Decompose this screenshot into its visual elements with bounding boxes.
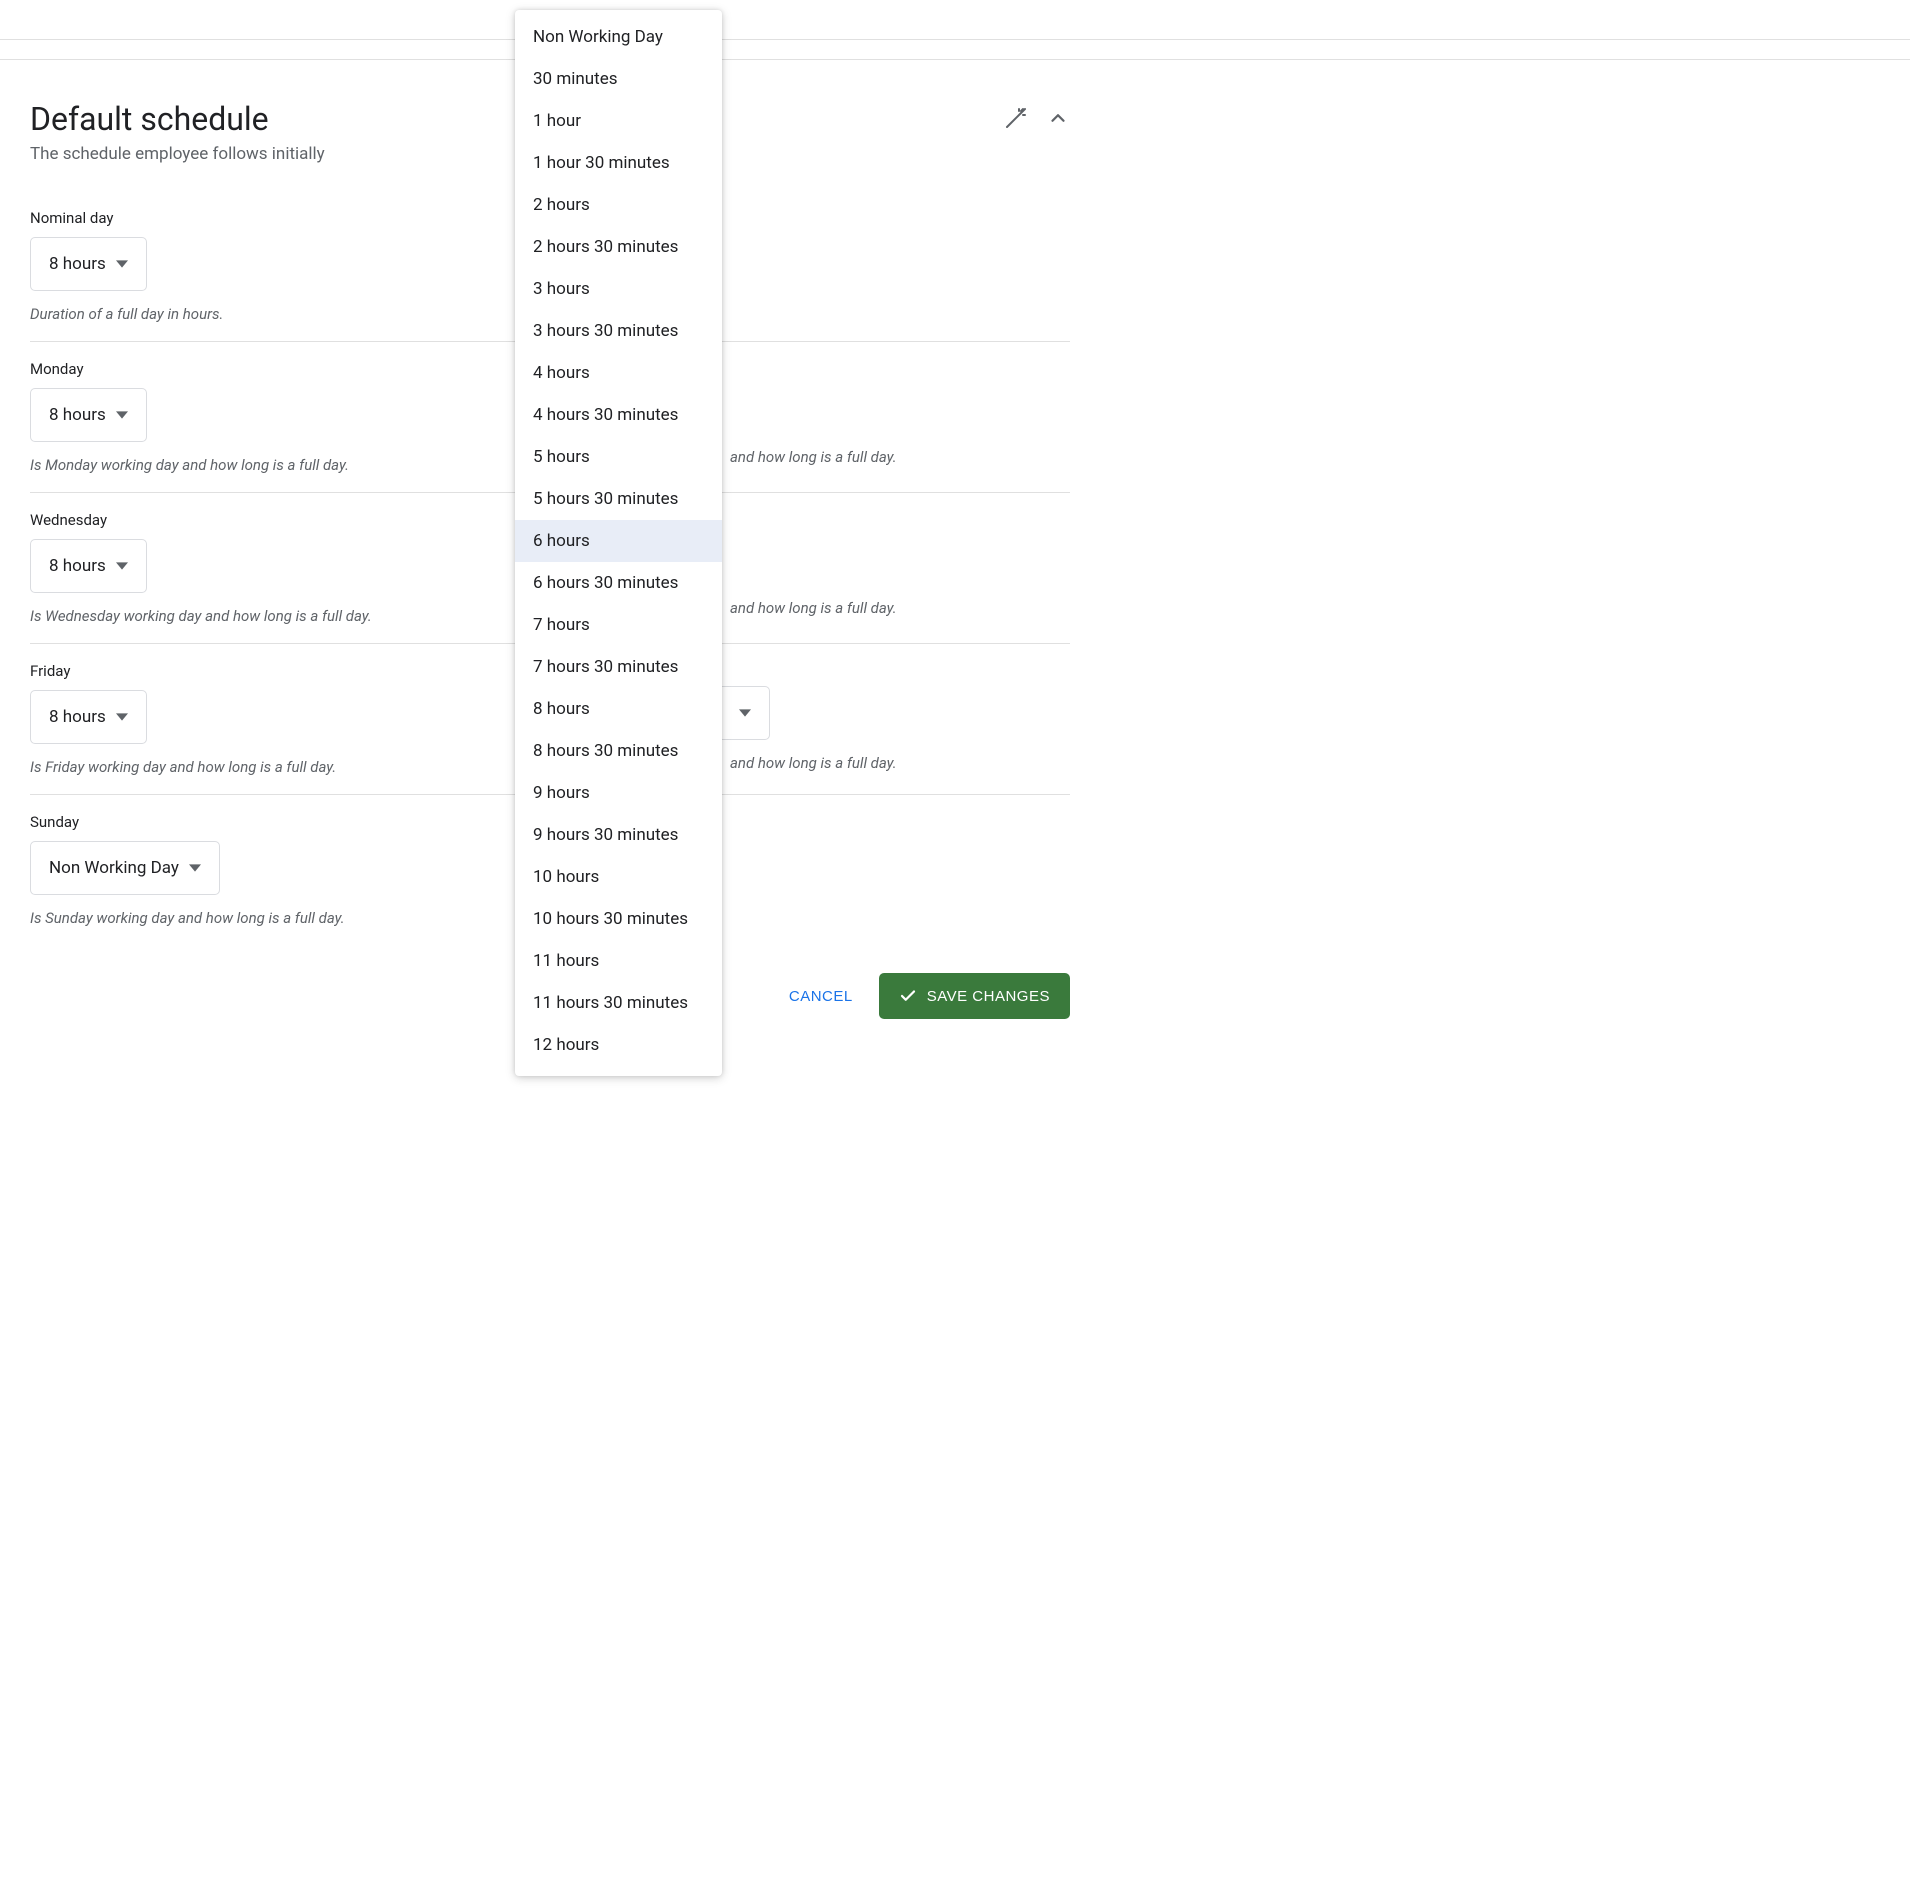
dropdown-option[interactable]: 3 hours xyxy=(515,268,722,310)
nominal-day-helper: Duration of a full day in hours. xyxy=(30,305,550,323)
chevron-down-icon xyxy=(116,409,128,421)
dropdown-option[interactable]: 5 hours xyxy=(515,436,722,478)
dropdown-option[interactable]: 8 hours 30 minutes xyxy=(515,730,722,772)
dropdown-option[interactable]: 5 hours 30 minutes xyxy=(515,478,722,520)
chevron-down-icon xyxy=(189,862,201,874)
collapse-chevron-icon[interactable] xyxy=(1046,106,1070,130)
sunday-value: Non Working Day xyxy=(49,858,179,878)
sunday-select[interactable]: Non Working Day xyxy=(30,841,220,895)
friday-select[interactable]: 8 hours xyxy=(30,690,147,744)
chevron-down-icon xyxy=(116,711,128,723)
save-button-label: SAVE CHANGES xyxy=(927,988,1050,1005)
dropdown-option[interactable]: 6 hours xyxy=(515,520,722,562)
top-border-area xyxy=(0,0,1910,40)
dropdown-option[interactable]: 11 hours xyxy=(515,940,722,982)
sunday-label: Sunday xyxy=(30,813,550,831)
wednesday-label: Wednesday xyxy=(30,511,550,529)
dropdown-option[interactable]: 1 hour xyxy=(515,100,722,142)
dropdown-option[interactable]: 10 hours xyxy=(515,856,722,898)
nominal-day-label: Nominal day xyxy=(30,209,550,227)
chevron-down-icon xyxy=(739,707,751,719)
monday-value: 8 hours xyxy=(49,405,106,425)
dropdown-option[interactable]: 6 hours 30 minutes xyxy=(515,562,722,604)
cancel-button[interactable]: CANCEL xyxy=(781,976,861,1017)
check-icon xyxy=(899,987,917,1005)
friday-helper: Is Friday working day and how long is a … xyxy=(30,758,550,776)
duration-dropdown-menu[interactable]: Non Working Day30 minutes1 hour1 hour 30… xyxy=(515,10,722,1076)
nominal-day-value: 8 hours xyxy=(49,254,106,274)
monday-select[interactable]: 8 hours xyxy=(30,388,147,442)
wednesday-helper: Is Wednesday working day and how long is… xyxy=(30,607,550,625)
dropdown-option[interactable]: 9 hours xyxy=(515,772,722,814)
dropdown-option[interactable]: 2 hours xyxy=(515,184,722,226)
dropdown-option[interactable]: 8 hours xyxy=(515,688,722,730)
save-changes-button[interactable]: SAVE CHANGES xyxy=(879,973,1070,1019)
dropdown-option[interactable]: 7 hours xyxy=(515,604,722,646)
monday-helper: Is Monday working day and how long is a … xyxy=(30,456,550,474)
monday-label: Monday xyxy=(30,360,550,378)
top-spacer-area xyxy=(0,40,1910,60)
nominal-day-select[interactable]: 8 hours xyxy=(30,237,147,291)
dropdown-option[interactable]: 4 hours xyxy=(515,352,722,394)
dropdown-option[interactable]: 11 hours 30 minutes xyxy=(515,982,722,1024)
friday-value: 8 hours xyxy=(49,707,106,727)
dropdown-option[interactable]: 9 hours 30 minutes xyxy=(515,814,722,856)
dropdown-option[interactable]: Non Working Day xyxy=(515,16,722,58)
sunday-helper: Is Sunday working day and how long is a … xyxy=(30,909,550,927)
wednesday-select[interactable]: 8 hours xyxy=(30,539,147,593)
dropdown-option[interactable]: 10 hours 30 minutes xyxy=(515,898,722,940)
chevron-down-icon xyxy=(116,560,128,572)
dropdown-option[interactable]: 3 hours 30 minutes xyxy=(515,310,722,352)
wednesday-value: 8 hours xyxy=(49,556,106,576)
dropdown-option[interactable]: 7 hours 30 minutes xyxy=(515,646,722,688)
dropdown-option[interactable]: 1 hour 30 minutes xyxy=(515,142,722,184)
dropdown-option[interactable]: 2 hours 30 minutes xyxy=(515,226,722,268)
friday-label: Friday xyxy=(30,662,550,680)
magic-wand-icon[interactable] xyxy=(1004,106,1028,130)
chevron-down-icon xyxy=(116,258,128,270)
dropdown-option[interactable]: 12 hours xyxy=(515,1024,722,1066)
dropdown-option[interactable]: 4 hours 30 minutes xyxy=(515,394,722,436)
dropdown-option[interactable]: 30 minutes xyxy=(515,58,722,100)
